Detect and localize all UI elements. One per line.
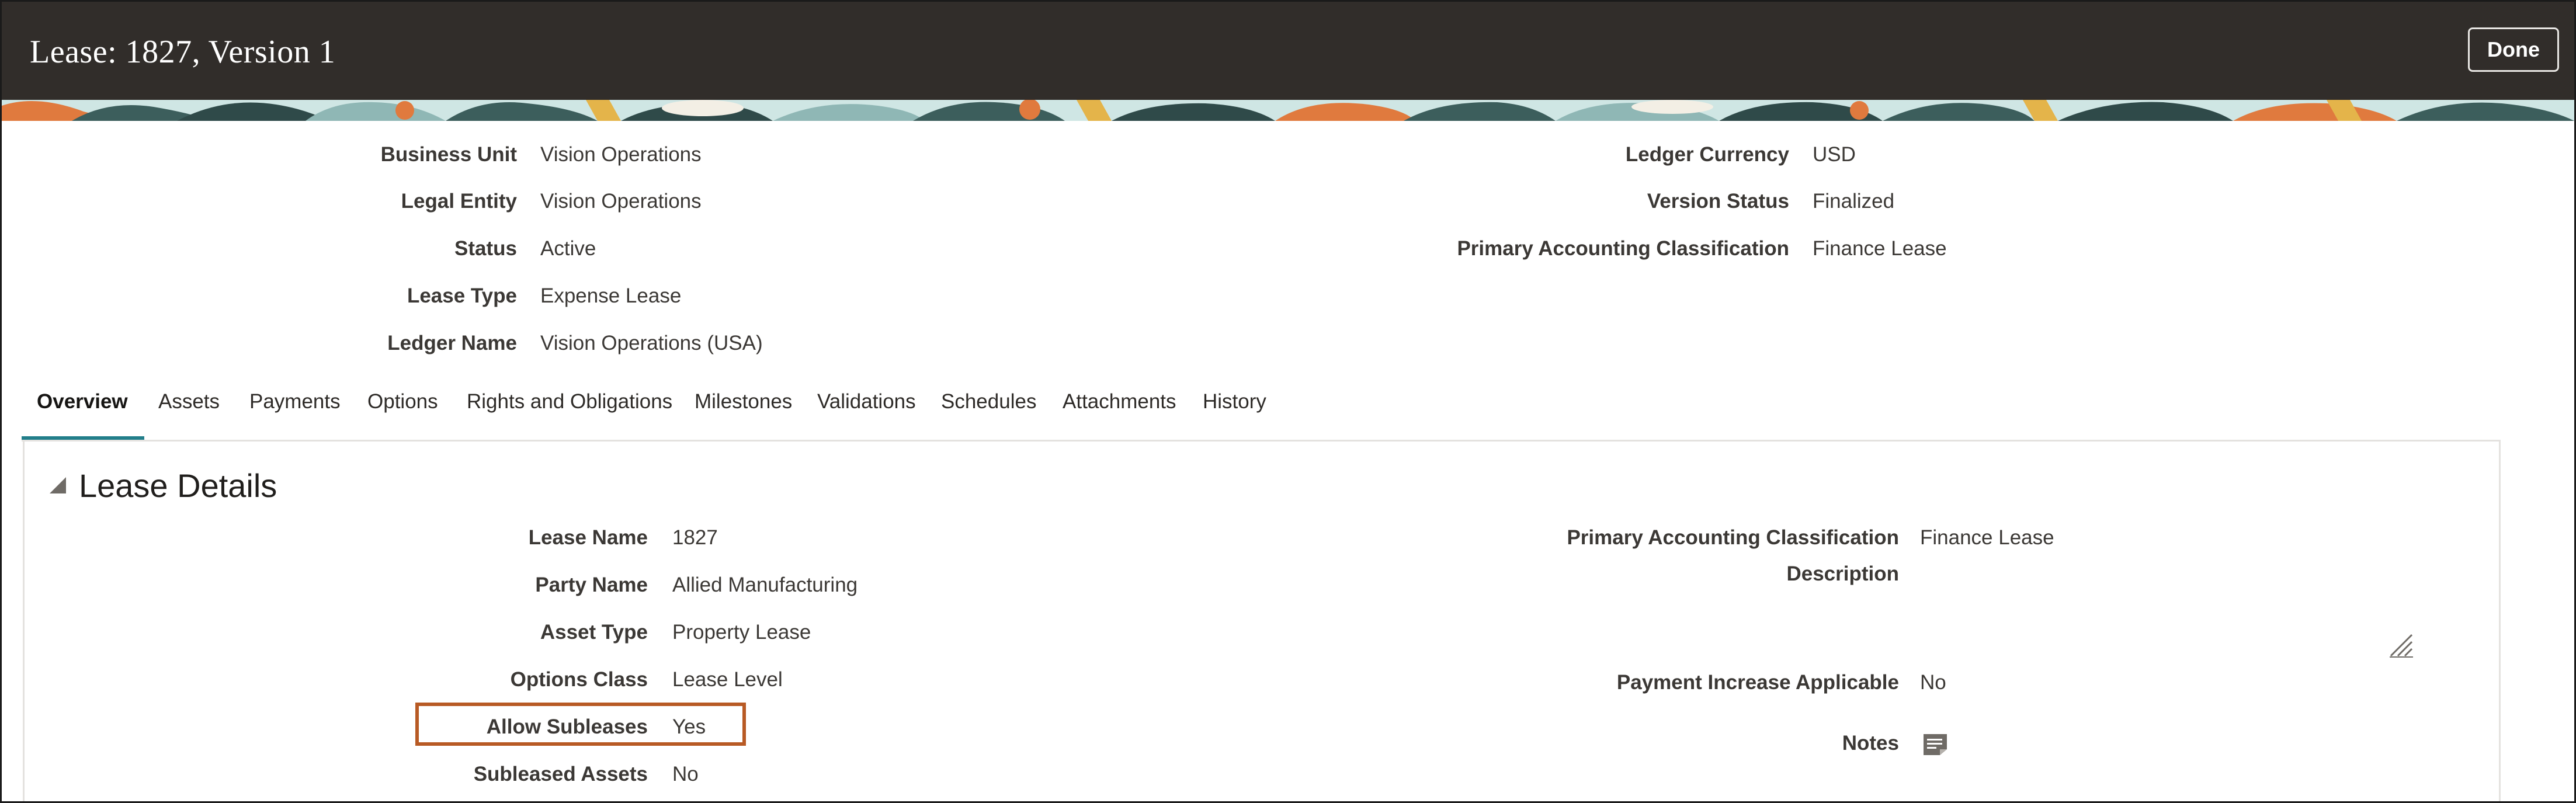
version-status-value: Finalized	[1813, 190, 1895, 213]
payment-increase-applicable-label: Payment Increase Applicable	[1616, 671, 1899, 694]
notes-label: Notes	[1842, 732, 1899, 755]
legal-entity-label: Legal Entity	[401, 190, 517, 213]
allow-subleases-highlight	[415, 703, 746, 746]
options-class-label: Options Class	[510, 668, 648, 691]
options-class-value: Lease Level	[672, 668, 783, 691]
party-name-value: Allied Manufacturing	[672, 573, 858, 596]
lease-name-value: 1827	[672, 526, 718, 549]
tab-milestones[interactable]: Milestones	[695, 390, 792, 413]
section-title: Lease Details	[79, 467, 277, 504]
primary-accounting-classification-value: Finance Lease	[1813, 237, 1947, 260]
tab-payments[interactable]: Payments	[249, 390, 341, 413]
tab-schedules[interactable]: Schedules	[941, 390, 1036, 413]
done-button[interactable]: Done	[2468, 27, 2559, 72]
status-value: Active	[540, 237, 596, 260]
description-label: Description	[1786, 562, 1899, 585]
tab-validations[interactable]: Validations	[817, 390, 916, 413]
page-title: Lease: 1827, Version 1	[30, 34, 336, 70]
decorative-banner	[2, 100, 2574, 121]
tab-history[interactable]: History	[1203, 390, 1266, 413]
primary-accounting-classification-label: Primary Accounting Classification	[1457, 237, 1789, 260]
asset-type-label: Asset Type	[540, 621, 648, 644]
subleased-assets-value: No	[672, 763, 699, 785]
page-header: Lease: 1827, Version 1 Done	[2, 2, 2574, 100]
tab-overview[interactable]: Overview	[37, 390, 128, 413]
lease-type-value: Expense Lease	[540, 284, 682, 307]
payment-increase-applicable-value: No	[1920, 671, 1946, 694]
detail-primary-classification-value: Finance Lease	[1920, 526, 2054, 549]
tab-options[interactable]: Options	[367, 390, 438, 413]
ledger-currency-label: Ledger Currency	[1625, 143, 1789, 166]
version-status-label: Version Status	[1647, 190, 1789, 213]
app-window: Lease: 1827, Version 1 Done Business Uni…	[0, 0, 2576, 803]
triangle-expanded-icon[interactable]	[50, 477, 66, 493]
tab-attachments[interactable]: Attachments	[1063, 390, 1176, 413]
subleased-assets-label: Subleased Assets	[473, 763, 648, 785]
party-name-label: Party Name	[535, 573, 648, 596]
business-unit-label: Business Unit	[380, 143, 517, 166]
asset-type-value: Property Lease	[672, 621, 811, 644]
lease-details-panel	[23, 442, 2501, 801]
status-label: Status	[454, 237, 517, 260]
detail-primary-classification-label: Primary Accounting Classification	[1567, 526, 1899, 549]
done-button-label: Done	[2487, 37, 2540, 61]
ledger-name-value: Vision Operations (USA)	[540, 332, 763, 354]
business-unit-value: Vision Operations	[540, 143, 702, 166]
resize-handle-icon[interactable]	[2388, 632, 2414, 658]
lease-name-label: Lease Name	[528, 526, 648, 549]
ledger-currency-value: USD	[1813, 143, 1856, 166]
ledger-name-label: Ledger Name	[387, 332, 517, 354]
tab-assets[interactable]: Assets	[158, 390, 220, 413]
legal-entity-value: Vision Operations	[540, 190, 702, 213]
note-icon[interactable]	[1921, 732, 1949, 757]
tab-rights-and-obligations[interactable]: Rights and Obligations	[467, 390, 672, 413]
lease-type-label: Lease Type	[407, 284, 517, 307]
